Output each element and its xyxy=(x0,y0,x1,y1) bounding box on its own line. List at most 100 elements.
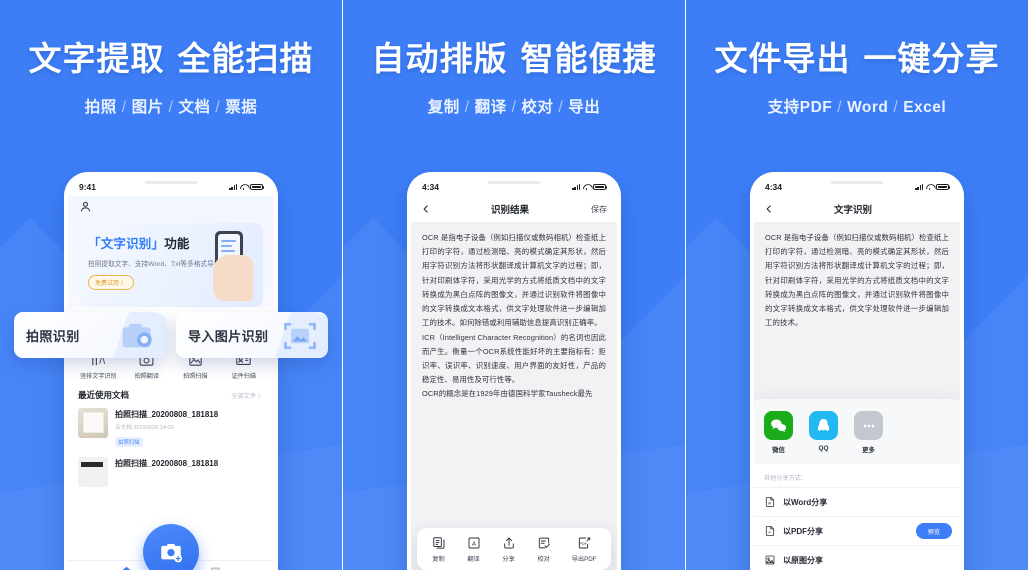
nav-bar: 识别结果 保存 xyxy=(411,196,617,222)
recognized-text-body[interactable]: OCR 是指电子设备（例如扫描仪或数码相机）检查纸上打印的字符，通过检测暗、亮的… xyxy=(411,222,617,570)
phone-speaker xyxy=(145,181,197,184)
preview-button[interactable]: 预览 xyxy=(915,523,952,539)
chevron-left-icon[interactable] xyxy=(764,204,774,214)
share-row-word[interactable]: W 以Word分享 xyxy=(754,487,960,516)
toolbar-share[interactable]: 分享 xyxy=(502,536,516,563)
tab-home[interactable]: 首页 xyxy=(104,565,150,570)
signal-icon xyxy=(229,183,237,191)
svg-text:PDF: PDF xyxy=(579,542,587,546)
signal-icon xyxy=(915,183,923,191)
more-dots-glyph xyxy=(863,424,874,427)
nav-title: 文字识别 xyxy=(833,205,872,216)
share-sheet: 微信 QQ 更多 其他分享方式: W 以Word分享 A 以PDF分享 预览 以… xyxy=(754,399,960,570)
paragraph: OCR 是指电子设备（例如扫描仪或数码相机）检查纸上打印的字符，通过检测暗、亮的… xyxy=(422,233,606,328)
panel-1-headline: 文字提取 全能扫描 xyxy=(0,40,342,78)
share-more[interactable]: 更多 xyxy=(854,411,883,454)
panel-2-headline-block: 自动排版 智能便捷 复制 / 翻译 / 校对 / 导出 xyxy=(343,0,685,117)
feature-banner[interactable]: 「文字识别」功能 拍照提取文字、支持Word、Txt等多格式导出 免费试用 〉 xyxy=(79,223,263,307)
share-app-label: 微信 xyxy=(772,447,785,454)
share-row-label: 以PDF分享 xyxy=(783,526,823,536)
wechat-icon xyxy=(764,411,793,440)
card-import-image-recognize[interactable]: 导入图片识别 xyxy=(176,312,328,358)
qq-glyph xyxy=(817,418,830,431)
copy-icon xyxy=(432,537,444,549)
document-tag: 拍照扫描 xyxy=(115,437,143,447)
phone-screen-1: 9:41 「文字识别」功能 拍照提取文字、支持Word、Txt等多格式导出 免费… xyxy=(68,176,274,570)
document-list-item[interactable]: 拍照扫描_20200808_181818 xyxy=(68,453,274,491)
svg-text:W: W xyxy=(768,502,772,506)
document-meta: 云文档 2019/3/20 14:03 xyxy=(115,425,174,431)
banner-title-highlight: 「文字识别」 xyxy=(88,237,165,251)
paragraph: OCR 是指电子设备（例如扫描仪或数码相机）检查纸上打印的字符，通过检测暗、亮的… xyxy=(765,233,949,328)
paragraph: OCR的概念是在1929年由德国科学家Tausheck最先 xyxy=(422,389,593,399)
phone-screen-2: 4:34 识别结果 保存 OCR 是指电子设备（例如扫描仪或数码相机）检查纸上打… xyxy=(411,176,617,570)
qq-icon xyxy=(809,411,838,440)
status-bar: 9:41 xyxy=(68,176,274,196)
panel-3-subtitle: 支持PDF / Word / Excel xyxy=(767,98,947,116)
share-qq[interactable]: QQ xyxy=(809,411,838,454)
document-thumbnail xyxy=(78,408,108,438)
share-row-original-image[interactable]: 以原图分享 xyxy=(754,545,960,570)
battery-icon xyxy=(936,183,951,191)
chevron-left-icon[interactable] xyxy=(421,204,431,214)
phone-mockup-1: 9:41 「文字识别」功能 拍照提取文字、支持Word、Txt等多格式导出 免费… xyxy=(64,172,278,570)
toolbar-label: 分享 xyxy=(502,556,515,563)
battery-icon xyxy=(250,183,265,191)
camera-fab-button[interactable] xyxy=(143,524,199,570)
phone-mockup-3: 4:34 文字识别 OCR 是指电子设备（例如扫描仪或数码相机）检查纸上打印的字… xyxy=(750,172,964,570)
promo-panel-1: 文字提取 全能扫描 拍照 / 图片 / 文档 / 票据 9:41 「文字识别」功… xyxy=(0,0,342,570)
document-name: 拍照扫描_20200808_181818 xyxy=(115,410,219,419)
panel-2-headline: 自动排版 智能便捷 xyxy=(343,40,685,78)
phone-speaker xyxy=(488,181,540,184)
share-app-label: 更多 xyxy=(862,447,875,454)
translate-icon: A xyxy=(468,537,480,549)
share-wechat[interactable]: 微信 xyxy=(764,411,793,454)
pdf-file-icon: A xyxy=(765,526,775,536)
save-button[interactable]: 保存 xyxy=(589,204,607,215)
toolbar-label: 校对 xyxy=(537,556,550,563)
banner-trial-badge[interactable]: 免费试用 〉 xyxy=(88,275,134,290)
card-photo-recognize[interactable]: 拍照识别 xyxy=(14,312,166,358)
toolbar-label: 复制 xyxy=(432,556,445,563)
panel-3-headline-block: 文件导出 一键分享 支持PDF / Word / Excel xyxy=(686,0,1028,117)
card-label: 导入图片识别 xyxy=(188,328,269,344)
account-icon[interactable] xyxy=(79,200,92,213)
panel-1-subtitle: 拍照 / 图片 / 文档 / 票据 xyxy=(84,98,258,116)
home-icon xyxy=(122,566,131,570)
tab-documents[interactable]: 文档 xyxy=(193,565,239,570)
phone-mockup-2: 4:34 识别结果 保存 OCR 是指电子设备（例如扫描仪或数码相机）检查纸上打… xyxy=(407,172,621,570)
grid-item-label: 竖排文字识别 xyxy=(79,373,117,380)
wifi-icon xyxy=(926,184,934,191)
grid-item-label: 拍照扫描 xyxy=(183,373,208,380)
hand-illustration-icon xyxy=(213,255,253,301)
headline-right: 一键分享 xyxy=(863,40,1000,77)
camera-icon xyxy=(122,323,152,348)
card-label: 拍照识别 xyxy=(26,328,80,344)
share-icon xyxy=(503,537,514,549)
banner-illustration xyxy=(195,229,257,301)
word-file-icon: W xyxy=(765,497,775,507)
toolbar-proofread[interactable]: 校对 xyxy=(537,536,551,563)
document-thumbnail xyxy=(78,457,108,487)
phone-screen-3: 4:34 文字识别 OCR 是指电子设备（例如扫描仪或数码相机）检查纸上打印的字… xyxy=(754,176,960,570)
all-files-link[interactable]: 全部文件 〉 xyxy=(231,391,264,400)
headline-right: 全能扫描 xyxy=(177,40,314,77)
toolbar-export-pdf[interactable]: PDF 导出PDF xyxy=(571,536,597,563)
toolbar-label: 翻译 xyxy=(467,556,480,563)
share-row-pdf[interactable]: A 以PDF分享 预览 xyxy=(754,516,960,545)
document-list-item[interactable]: 拍照扫描_20200808_181818 云文档 2019/3/20 14:03… xyxy=(68,404,274,453)
proofread-icon xyxy=(538,537,550,549)
nav-title: 识别结果 xyxy=(490,205,529,216)
toolbar-copy[interactable]: 复制 xyxy=(432,536,446,563)
home-header: 「文字识别」功能 拍照提取文字、支持Word、Txt等多格式导出 免费试用 〉 xyxy=(68,196,274,307)
panel-1-headline-block: 文字提取 全能扫描 拍照 / 图片 / 文档 / 票据 xyxy=(0,0,342,117)
headline-right: 智能便捷 xyxy=(520,40,657,77)
status-time: 9:41 xyxy=(79,182,97,192)
promo-panel-3: 文件导出 一键分享 支持PDF / Word / Excel 4:34 文字识别… xyxy=(686,0,1028,570)
battery-icon xyxy=(593,183,608,191)
toolbar-translate[interactable]: A 翻译 xyxy=(467,536,481,563)
share-row-label: 以原图分享 xyxy=(783,555,823,565)
status-time: 4:34 xyxy=(422,182,440,192)
toolbar-label: 导出PDF xyxy=(571,556,597,563)
status-time: 4:34 xyxy=(765,182,783,192)
